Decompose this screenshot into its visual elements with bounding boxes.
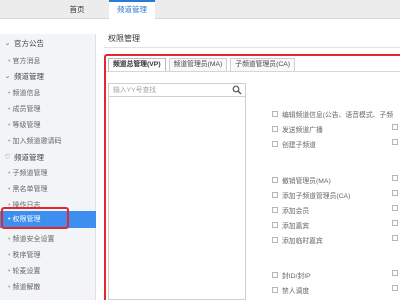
permission-edit-channel-info[interactable]: 编辑频道信息(公告、语音模式、子频 <box>272 109 393 119</box>
sidebar-item-label: 轮麦设置 <box>12 268 41 275</box>
sidebar-group-label: 官方公告 <box>14 39 44 48</box>
sidebar-item-member-management[interactable]: • 成员管理 <box>8 104 40 114</box>
heart-icon: ♡ <box>4 154 11 161</box>
checkbox[interactable] <box>272 141 278 147</box>
search-box <box>108 83 246 97</box>
sidebar-group-channel-management-2[interactable]: ♡ 频道管理 <box>4 152 44 163</box>
sidebar-item-blacklist-management[interactable]: • 黑名单管理 <box>8 184 47 194</box>
sidebar-item-order-management[interactable]: • 秩序管理 <box>8 250 40 260</box>
sidebar-item-label: 频道信息 <box>12 90 41 97</box>
checkbox[interactable] <box>272 222 278 228</box>
topnav-channel-management[interactable]: 频道管理 <box>109 0 155 19</box>
checkbox[interactable] <box>392 220 398 226</box>
checkbox[interactable] <box>392 285 398 291</box>
member-list[interactable] <box>108 97 246 300</box>
checkbox[interactable] <box>392 270 398 276</box>
checkbox[interactable] <box>272 237 278 243</box>
checkbox[interactable] <box>392 139 398 145</box>
highlight-box-sidebar <box>1 207 69 229</box>
tab-subchannel-manager-ca[interactable]: 子频道管理员(CA) <box>230 58 296 71</box>
checkbox[interactable] <box>392 124 398 130</box>
permission-ban-id-ip[interactable]: 封ID/封IP <box>272 270 311 280</box>
permission-label: 创建子频道 <box>282 142 316 149</box>
role-tabs: 频道总管理(VP) 频道管理员(MA) 子频道管理员(CA) <box>108 58 298 71</box>
sidebar-item-channel-dissolve[interactable]: • 频道解散 <box>8 282 40 292</box>
permission-label: 禁人调度 <box>282 288 310 295</box>
sidebar-item-channel-info[interactable]: • 频道信息 <box>8 88 40 98</box>
permission-label: 封ID/封IP <box>282 273 311 280</box>
sidebar-group-label: 频道管理 <box>14 72 44 81</box>
sidebar-group-announcements[interactable]: ⌄ 官方公告 <box>4 38 44 49</box>
checkbox[interactable] <box>392 175 398 181</box>
sidebar-item-label: 等级管理 <box>12 122 41 129</box>
checkbox[interactable] <box>392 205 398 211</box>
divider <box>106 71 400 72</box>
topnav-home[interactable]: 首页 <box>60 0 94 19</box>
search-input[interactable] <box>109 84 227 96</box>
sidebar-item-label: 子频道管理 <box>12 170 48 177</box>
sidebar-group-channel-management[interactable]: ⌄ 频道管理 <box>4 71 44 82</box>
tab-channel-manager-ma[interactable]: 频道管理员(MA) <box>168 58 228 71</box>
sidebar-item-label: 秩序管理 <box>12 252 41 259</box>
checkbox[interactable] <box>272 126 278 132</box>
checkbox[interactable] <box>272 177 278 183</box>
permission-label: 添加嘉宾 <box>282 223 310 230</box>
sidebar-item-channel-security[interactable]: • 频道安全设置 <box>8 234 54 244</box>
search-icon[interactable] <box>232 85 242 95</box>
permission-label: 编辑频道信息(公告、语音模式、子频 <box>282 112 394 119</box>
permission-label: 发送频道广播 <box>282 127 323 134</box>
checkbox[interactable] <box>392 235 398 241</box>
permission-add-member[interactable]: 添加会员 <box>272 205 309 215</box>
permission-add-ca[interactable]: 添加子频道管理员(CA) <box>272 190 350 200</box>
sidebar-item-subchannel-management[interactable]: • 子频道管理 <box>8 168 47 178</box>
sidebar-group-label: 频道管理 <box>14 153 44 162</box>
checkbox[interactable] <box>272 272 278 278</box>
permission-add-temp-guest[interactable]: 添加临时嘉宾 <box>272 235 323 245</box>
permission-label: 撤销管理员(MA) <box>282 178 331 185</box>
sidebar-item-invite-code[interactable]: • 加入频道邀请码 <box>8 136 61 146</box>
sidebar-item-label: 黑名单管理 <box>12 186 48 193</box>
sidebar-item-label: 官方消息 <box>12 58 41 65</box>
permission-create-subchannel[interactable]: 创建子频道 <box>272 139 316 149</box>
checkbox[interactable] <box>272 111 278 117</box>
sidebar-item-label: 成员管理 <box>12 106 41 113</box>
permission-label: 添加子频道管理员(CA) <box>282 193 351 200</box>
checkbox[interactable] <box>392 190 398 196</box>
sidebar-item-label: 加入频道邀请码 <box>12 138 62 145</box>
sidebar-item-label: 频道安全设置 <box>12 236 55 243</box>
divider <box>104 47 400 48</box>
main-content: 权限管理 频道总管理(VP) 频道管理员(MA) 子频道管理员(CA) 编辑频道… <box>96 19 400 300</box>
sidebar: ⌄ 官方公告 • 官方消息 ⌄ 频道管理 • 频道信息 • 成员管理 • 等级管理 • 加… <box>0 34 96 300</box>
permission-broadcast[interactable]: 发送频道广播 <box>272 124 323 134</box>
chevron-down-icon: ⌄ <box>4 73 11 80</box>
permission-move-user[interactable]: 禁人调度 <box>272 285 309 295</box>
checkbox[interactable] <box>272 287 278 293</box>
checkbox[interactable] <box>272 207 278 213</box>
permission-add-guest[interactable]: 添加嘉宾 <box>272 220 309 230</box>
page-title: 权限管理 <box>108 34 140 43</box>
sidebar-item-mic-rotation[interactable]: • 轮麦设置 <box>8 266 40 276</box>
chevron-down-icon: ⌄ <box>4 40 11 47</box>
top-nav-bar: 首页 频道管理 <box>0 0 400 19</box>
permission-revoke-ma[interactable]: 撤销管理员(MA) <box>272 175 331 185</box>
sidebar-item-official-news[interactable]: • 官方消息 <box>8 56 40 66</box>
sidebar-item-label: 频道解散 <box>12 284 41 291</box>
sidebar-item-level-management[interactable]: • 等级管理 <box>8 120 40 130</box>
checkbox[interactable] <box>272 192 278 198</box>
permission-label: 添加会员 <box>282 208 310 215</box>
tab-channel-admin-vp[interactable]: 频道总管理(VP) <box>108 58 166 71</box>
permission-label: 添加临时嘉宾 <box>282 238 323 245</box>
